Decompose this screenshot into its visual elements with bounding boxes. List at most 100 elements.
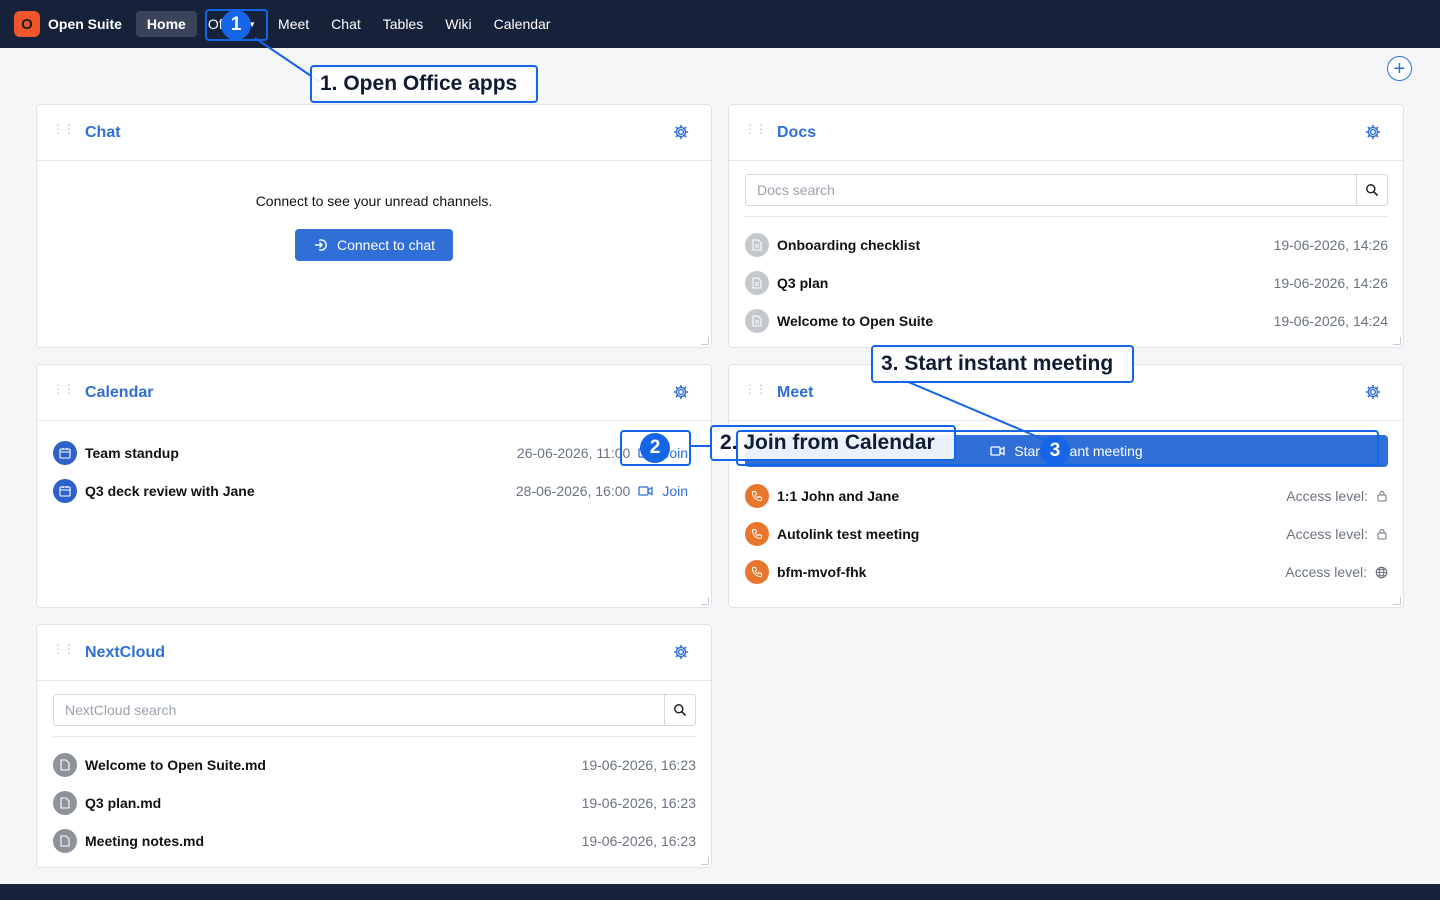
gear-icon[interactable] [673,644,689,660]
gear-icon[interactable] [673,124,689,140]
access-level: Access level: [1286,526,1388,542]
main-nav: Home Office▼ Meet Chat Tables Wiki Calen… [135,11,562,37]
doc-date: 19-06-2026, 14:26 [1273,275,1388,291]
calendar-event[interactable]: Q3 deck review with Jane 28-06-2026, 16:… [53,479,696,503]
connect-to-chat-button[interactable]: Connect to chat [295,229,453,261]
nav-calendar[interactable]: Calendar [483,11,562,37]
annotation-3-badge: 3 [1040,436,1070,466]
doc-name: Onboarding checklist [777,237,921,253]
annotation-2-badge: 2 [640,433,670,463]
add-widget-button[interactable]: + [1387,56,1412,81]
nav-tables[interactable]: Tables [372,11,434,37]
calendar-event[interactable]: Team standup 26-06-2026, 11:00 Join [53,441,696,465]
file-date: 19-06-2026, 16:23 [581,757,696,773]
resize-handle[interactable] [701,597,709,605]
file-name: Meeting notes.md [85,833,205,849]
lock-icon [1377,491,1387,502]
connect-to-chat-label: Connect to chat [336,237,436,253]
meeting-item[interactable]: Autolink test meeting Access level: [745,522,1388,546]
file-icon [53,753,77,777]
join-label: Join [662,483,688,499]
meet-widget-title: Meet [777,383,814,401]
chat-widget: ⋮⋮ Chat Connect to see your unread chann… [36,104,712,348]
event-date: 26-06-2026, 11:00 [516,445,631,461]
chat-connect-message: Connect to see your unread channels. [255,193,493,209]
docs-search [745,174,1388,206]
nav-meet[interactable]: Meet [267,11,320,37]
gear-icon[interactable] [673,384,689,400]
list-item[interactable]: Q3 plan.md 19-06-2026, 16:23 [53,791,696,815]
nextcloud-search [53,694,696,726]
drag-handle-icon[interactable]: ⋮⋮ [744,383,767,395]
drag-handle-icon[interactable]: ⋮⋮ [52,643,75,655]
list-item[interactable]: Meeting notes.md 19-06-2026, 16:23 [53,829,696,853]
calendar-icon [53,479,77,503]
globe-icon [1375,566,1388,578]
meeting-item[interactable]: bfm-mvof-fhk Access level: [745,560,1388,584]
video-icon [638,486,653,496]
list-item[interactable]: Q3 plan 19-06-2026, 14:26 [745,271,1388,295]
list-item[interactable]: Welcome to Open Suite 19-06-2026, 14:24 [745,309,1388,333]
nav-home[interactable]: Home [135,11,197,37]
join-button[interactable]: Join [638,483,688,499]
resize-handle[interactable] [701,857,709,865]
list-item[interactable]: Onboarding checklist 19-06-2026, 14:26 [745,233,1388,257]
nextcloud-search-input[interactable] [54,695,664,725]
calendar-widget-header: ⋮⋮ Calendar [37,365,711,421]
nav-wiki[interactable]: Wiki [434,11,482,37]
docs-search-button[interactable] [1356,175,1387,205]
phone-icon [745,522,769,546]
lock-icon [1377,529,1387,540]
event-date: 28-06-2026, 16:00 [515,483,631,499]
meeting-name: bfm-mvof-fhk [777,564,867,580]
nextcloud-widget-header: ⋮⋮ NextCloud [37,625,711,681]
brand-name: Open Suite [48,16,122,32]
nextcloud-widget: ⋮⋮ NextCloud Welcome to Open Suite.md 19… [36,624,712,868]
nextcloud-widget-title: NextCloud [85,643,165,661]
phone-icon [745,484,769,508]
meeting-item[interactable]: 1:1 John and Jane Access level: [745,484,1388,508]
meeting-name: 1:1 John and Jane [777,488,900,504]
search-icon [1366,184,1379,197]
drag-handle-icon[interactable]: ⋮⋮ [744,123,767,135]
event-name: Team standup [85,445,179,461]
file-name: Q3 plan.md [85,795,162,811]
access-level-label: Access level: [1286,488,1368,504]
file-name: Welcome to Open Suite.md [85,757,266,773]
annotation-1-badge: 1 [221,10,251,40]
gear-icon[interactable] [1365,384,1381,400]
calendar-widget: ⋮⋮ Calendar Team standup 26-06-2026, 11:… [36,364,712,608]
list-item[interactable]: Welcome to Open Suite.md 19-06-2026, 16:… [53,753,696,777]
app-logo: O [14,11,40,37]
resize-handle[interactable] [1393,597,1401,605]
file-icon [53,791,77,815]
phone-icon [745,560,769,584]
chat-widget-title: Chat [85,123,121,141]
doc-date: 19-06-2026, 14:26 [1273,237,1388,253]
annotation-3-callout: 3. Start instant meeting [871,345,1134,383]
annotation-1-callout: 1. Open Office apps [310,65,538,103]
drag-handle-icon[interactable]: ⋮⋮ [52,123,75,135]
drag-handle-icon[interactable]: ⋮⋮ [52,383,75,395]
event-meta: 28-06-2026, 16:00 Join [516,483,688,499]
divider [745,216,1388,217]
search-icon [674,704,687,717]
calendar-widget-title: Calendar [85,383,154,401]
calendar-icon [53,441,77,465]
chat-widget-header: ⋮⋮ Chat [37,105,711,161]
gear-icon[interactable] [1365,124,1381,140]
doc-name: Q3 plan [777,275,829,291]
resize-handle[interactable] [701,337,709,345]
file-icon [53,829,77,853]
doc-date: 19-06-2026, 14:24 [1273,313,1388,329]
nav-chat[interactable]: Chat [320,11,372,37]
meeting-name: Autolink test meeting [777,526,920,542]
document-icon [745,233,769,257]
resize-handle[interactable] [1393,337,1401,345]
doc-name: Welcome to Open Suite [777,313,934,329]
docs-widget-header: ⋮⋮ Docs [729,105,1403,161]
divider [53,736,696,737]
nextcloud-search-button[interactable] [664,695,695,725]
brand[interactable]: O Open Suite [14,11,122,37]
docs-search-input[interactable] [746,175,1356,205]
